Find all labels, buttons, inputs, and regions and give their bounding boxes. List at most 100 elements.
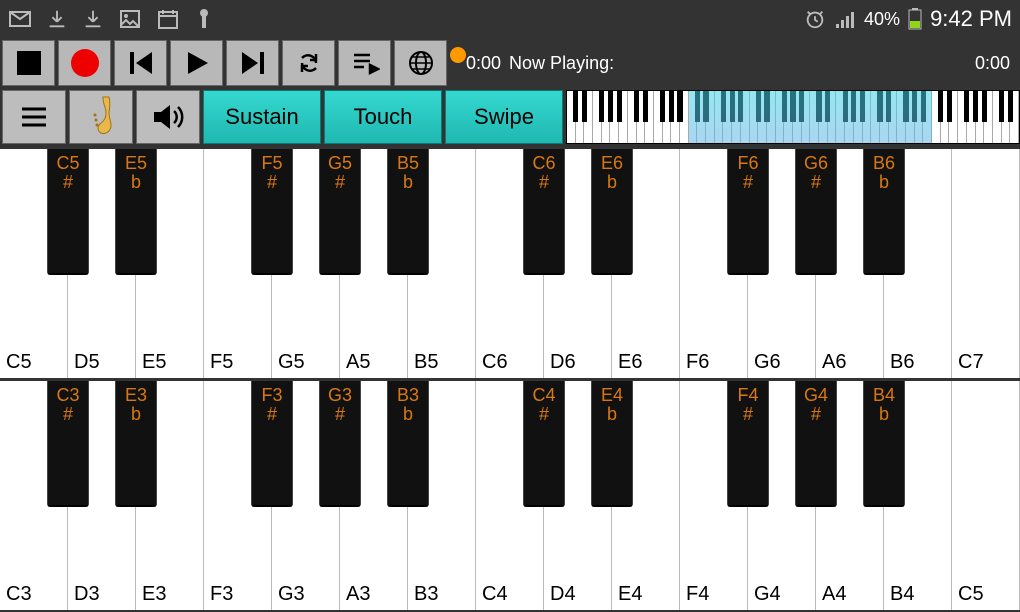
black-key[interactable]: B4b: [863, 381, 905, 507]
black-key-accidental: #: [743, 174, 753, 191]
next-button[interactable]: [226, 40, 279, 86]
mail-icon: [8, 7, 32, 31]
mini-black-key[interactable]: [677, 91, 682, 122]
black-key-accidental: b: [131, 406, 141, 423]
notification-icons: [8, 7, 214, 31]
mini-black-key[interactable]: [608, 91, 613, 122]
black-key-label: B3: [397, 385, 419, 406]
black-key-label: G5: [328, 153, 352, 174]
instrument-button[interactable]: [69, 90, 133, 144]
black-key-accidental: #: [811, 406, 821, 423]
black-key[interactable]: C5#: [47, 149, 89, 275]
black-key-accidental: #: [267, 174, 277, 191]
mini-black-key[interactable]: [973, 91, 978, 122]
play-button[interactable]: [170, 40, 223, 86]
black-key-label: F5: [261, 153, 282, 174]
black-key[interactable]: G4#: [795, 381, 837, 507]
black-key[interactable]: F5#: [251, 149, 293, 275]
white-key[interactable]: C5: [952, 381, 1020, 610]
mini-viewport-highlight[interactable]: [689, 91, 932, 143]
black-key-accidental: #: [335, 406, 345, 423]
black-key-label: E4: [601, 385, 623, 406]
mini-black-key[interactable]: [1008, 91, 1013, 122]
black-key[interactable]: C4#: [523, 381, 565, 507]
black-key-accidental: #: [267, 406, 277, 423]
white-key[interactable]: C7: [952, 149, 1020, 378]
black-key-label: C5: [56, 153, 79, 174]
mini-black-key[interactable]: [999, 91, 1004, 122]
mini-black-key[interactable]: [617, 91, 622, 122]
black-key-accidental: b: [403, 406, 413, 423]
black-key-accidental: b: [607, 406, 617, 423]
black-key[interactable]: B5b: [387, 149, 429, 275]
black-key-accidental: #: [743, 406, 753, 423]
mini-black-key[interactable]: [660, 91, 665, 122]
status-bar: 40% 9:42 PM: [0, 0, 1020, 38]
black-key-accidental: b: [403, 174, 413, 191]
download-icon-2: [82, 8, 104, 30]
black-key-accidental: b: [607, 174, 617, 191]
black-key[interactable]: E3b: [115, 381, 157, 507]
black-key[interactable]: C6#: [523, 149, 565, 275]
playlist-button[interactable]: [338, 40, 391, 86]
black-key-label: C3: [56, 385, 79, 406]
black-key-label: E5: [125, 153, 147, 174]
black-key-label: B6: [873, 153, 895, 174]
clock-text: 9:42 PM: [930, 6, 1012, 32]
black-key[interactable]: F6#: [727, 149, 769, 275]
swipe-button[interactable]: Swipe: [445, 90, 563, 144]
mini-black-key[interactable]: [669, 91, 674, 122]
mini-black-key[interactable]: [573, 91, 578, 122]
menu-button[interactable]: [2, 90, 66, 144]
mini-black-key[interactable]: [938, 91, 943, 122]
black-key-label: F6: [737, 153, 758, 174]
key-icon: [194, 7, 214, 31]
mini-black-key[interactable]: [964, 91, 969, 122]
now-playing-label: Now Playing:: [509, 53, 614, 74]
black-key-label: F3: [261, 385, 282, 406]
black-key[interactable]: E6b: [591, 149, 633, 275]
mini-black-key[interactable]: [947, 91, 952, 122]
sustain-button[interactable]: Sustain: [203, 90, 321, 144]
stop-button[interactable]: [2, 40, 55, 86]
black-key[interactable]: G5#: [319, 149, 361, 275]
globe-button[interactable]: [394, 40, 447, 86]
black-key[interactable]: G6#: [795, 149, 837, 275]
progress-handle[interactable]: [450, 47, 466, 63]
prev-button[interactable]: [114, 40, 167, 86]
black-key[interactable]: E4b: [591, 381, 633, 507]
black-key[interactable]: B3b: [387, 381, 429, 507]
upper-keyboard: C5D5E5F5G5A5B5C6D6E6F6G6A6B6C7C5#E5bF5#G…: [0, 146, 1020, 378]
options-row: Sustain Touch Swipe: [0, 88, 1020, 146]
volume-button[interactable]: [136, 90, 200, 144]
black-key[interactable]: F3#: [251, 381, 293, 507]
playback-progress[interactable]: 0:00 Now Playing: 0:00: [450, 53, 1018, 74]
black-key-accidental: #: [335, 174, 345, 191]
mini-black-key[interactable]: [982, 91, 987, 122]
black-key-accidental: #: [63, 174, 73, 191]
black-key-label: F4: [737, 385, 758, 406]
lower-keyboard: C3D3E3F3G3A3B3C4D4E4F4G4A4B4C5C3#E3bF3#G…: [0, 378, 1020, 610]
mini-black-key[interactable]: [634, 91, 639, 122]
black-key[interactable]: C3#: [47, 381, 89, 507]
black-key[interactable]: E5b: [115, 149, 157, 275]
record-button[interactable]: [58, 40, 111, 86]
black-key-label: B4: [873, 385, 895, 406]
mini-black-key[interactable]: [599, 91, 604, 122]
download-icon: [46, 8, 68, 30]
mini-black-key[interactable]: [643, 91, 648, 122]
mini-black-key[interactable]: [582, 91, 587, 122]
time-elapsed: 0:00: [466, 53, 501, 74]
touch-button[interactable]: Touch: [324, 90, 442, 144]
black-key[interactable]: B6b: [863, 149, 905, 275]
black-key[interactable]: G3#: [319, 381, 361, 507]
image-icon: [118, 7, 142, 31]
transport-row: 0:00 Now Playing: 0:00: [0, 38, 1020, 88]
black-key[interactable]: F4#: [727, 381, 769, 507]
black-key-label: G3: [328, 385, 352, 406]
black-key-accidental: b: [879, 406, 889, 423]
black-key-accidental: #: [539, 406, 549, 423]
status-right: 40% 9:42 PM: [804, 6, 1012, 32]
mini-piano-overview[interactable]: [566, 90, 1020, 144]
loop-button[interactable]: [282, 40, 335, 86]
